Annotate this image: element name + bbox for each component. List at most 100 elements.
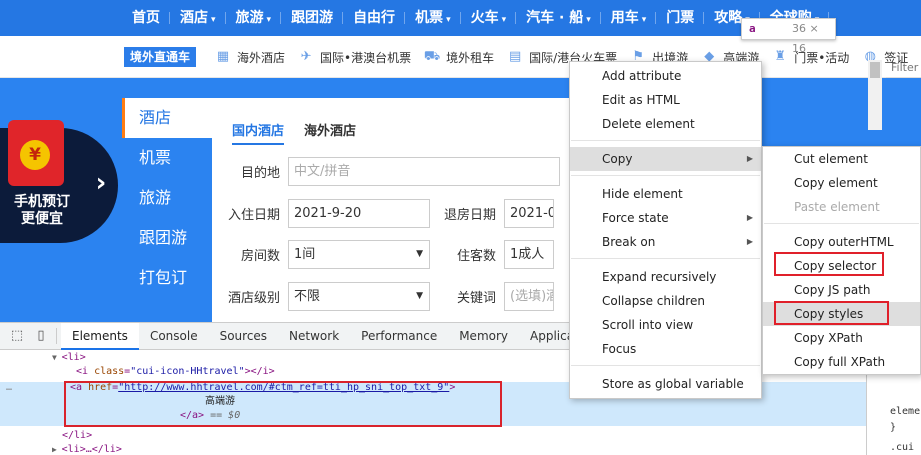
nav-item[interactable]: 自由行 (343, 0, 406, 36)
styles-filter-input[interactable]: Filter (886, 58, 921, 78)
copy-submenu-item[interactable]: Copy outerHTML (763, 230, 920, 254)
context-menu-item[interactable]: Add attribute (570, 64, 761, 88)
checkin-label: 入住日期 (227, 208, 280, 223)
hotel-tab[interactable]: 海外酒店 (304, 120, 356, 145)
nav-item[interactable]: 跟团游 (281, 0, 344, 36)
devtools-tab[interactable]: Sources (209, 323, 278, 350)
context-menu-item[interactable]: Store as global variable (570, 372, 761, 396)
node-dots[interactable]: … (6, 381, 12, 395)
context-menu-item[interactable]: Collapse children (570, 289, 761, 313)
nav-item-label: 火车 (470, 10, 499, 26)
nav-item[interactable]: 用车 ▾ (601, 0, 657, 36)
caret-down-icon: ▾ (501, 15, 507, 25)
checkin-input[interactable]: 2021-9-20 (288, 199, 430, 228)
scrollbar-thumb[interactable] (870, 62, 880, 78)
nav-item[interactable]: 门票 (656, 0, 705, 36)
nav-item-label: 用车 (610, 10, 639, 26)
devtools-tab[interactable]: Elements (61, 322, 139, 350)
rooms-value: 1间 (294, 247, 316, 262)
nav-item-label: 自由行 (353, 10, 396, 26)
overseas-link[interactable]: ▦ 海外酒店 (214, 49, 285, 66)
side-menu-item[interactable]: 跟团游 (122, 218, 212, 258)
rooms-select[interactable]: 1间 ▼ (288, 240, 430, 269)
nav-item[interactable]: 首页 (122, 0, 170, 36)
mobile-promo[interactable]: ¥ 手机预订 更便宜 › (0, 120, 118, 243)
nav-item-label: 旅游 (235, 10, 264, 26)
side-menu-item[interactable]: 酒店 (122, 98, 212, 138)
highlight-box-anchor (64, 381, 502, 427)
context-menu-item[interactable]: Delete element (570, 112, 761, 136)
nav-item[interactable]: 旅游 ▾ (226, 0, 282, 36)
nav-item-label: 门票 (666, 10, 695, 26)
side-menu-item[interactable]: 机票 (122, 138, 212, 178)
menu-separator (571, 365, 760, 366)
devtools-tab[interactable]: Performance (350, 323, 448, 350)
promo-line-2: 更便宜 (21, 211, 63, 227)
overseas-sub-bar: 境外直通车 ▦ 海外酒店 ✈ 国际•港澳台机票 ⛟ 境外租车 ▤ 国际/港台火车票 ⚑ 出境游 ◆ 高… (0, 36, 921, 78)
train-icon: ▤ (508, 49, 522, 64)
context-menu-item[interactable]: Focus (570, 337, 761, 361)
highlight-box-copy-selector (774, 252, 884, 276)
element-size-tooltip: a 36 × 16 (741, 18, 836, 55)
context-menu-item[interactable]: Edit as HTML (570, 88, 761, 112)
overseas-link[interactable]: ✈ 国际•港澳台机票 (297, 49, 412, 66)
tooltip-tag: a (749, 22, 756, 35)
highlight-box-copy-styles (774, 301, 889, 325)
hotel-tab[interactable]: 国内酒店 (232, 120, 285, 145)
overseas-link[interactable]: ⛟ 境外租车 (423, 49, 494, 66)
device-toolbar-icon[interactable]: ▯ (30, 328, 52, 344)
guests-select[interactable]: 1成人 (504, 240, 554, 269)
star-row: 酒店级别 不限 ▼ 关键词 (选填)酒 (212, 282, 554, 311)
destination-input[interactable]: 中文/拼音 (288, 157, 560, 186)
devtools-tab[interactable]: Network (278, 323, 350, 350)
tooltip-size: 36 × 16 (792, 22, 819, 55)
inspect-element-icon[interactable]: ⬚ (6, 328, 28, 344)
context-menu-item[interactable]: Copy (570, 147, 761, 171)
hotel-search-panel: 国内酒店 海外酒店 目的地 中文/拼音 入住日期 2021-9-20 退房日期 2… (212, 98, 570, 322)
keyword-input[interactable]: (选填)酒 (504, 282, 554, 311)
nav-item[interactable]: 机票 ▾ (405, 0, 461, 36)
star-label: 酒店级别 (227, 291, 280, 306)
car-icon: ⛟ (423, 49, 441, 64)
copy-submenu-item[interactable]: Copy full XPath (763, 350, 920, 374)
devtools-tab[interactable]: Console (139, 323, 209, 350)
destination-row: 目的地 中文/拼音 (212, 157, 560, 186)
checkout-label: 退房日期 (443, 208, 496, 223)
copy-submenu-item[interactable]: Copy JS path (763, 278, 920, 302)
copy-submenu-item[interactable]: Copy element (763, 171, 920, 195)
devtools-tabs: Elements Console Sources Network Performance… (61, 322, 608, 350)
nav-item-label: 首页 (132, 10, 160, 26)
devtools-tab[interactable]: Memory (448, 323, 519, 350)
copy-submenu-item[interactable]: Copy XPath (763, 326, 920, 350)
context-menu-item[interactable]: Scroll into view (570, 313, 761, 337)
divider (56, 328, 57, 344)
rooms-row: 房间数 1间 ▼ 住客数 1成人 (212, 240, 554, 269)
nav-item-label: 汽车 · 船 (526, 10, 584, 26)
tree-line[interactable]: </li> (62, 429, 92, 443)
styles-line: eleme (890, 406, 921, 417)
side-menu-item[interactable]: 打包订 (122, 258, 212, 298)
checkout-input[interactable]: 2021-0 (504, 199, 554, 228)
context-menu-item[interactable]: Force state (570, 206, 761, 230)
nav-item-label: 机票 (415, 10, 444, 26)
plane-icon: ✈ (300, 49, 312, 64)
tree-line[interactable]: ▶ <li>…</li> (52, 443, 122, 455)
context-menu-item[interactable]: Expand recursively (570, 265, 761, 289)
context-menu-item[interactable]: Hide element (570, 182, 761, 206)
chevron-right-icon[interactable]: › (86, 168, 116, 198)
star-select[interactable]: 不限 ▼ (288, 282, 430, 311)
nav-item[interactable]: 火车 ▾ (461, 0, 517, 36)
tree-line[interactable]: ▼ <li> (52, 351, 86, 365)
coin-icon: ¥ (20, 140, 50, 170)
nav-item[interactable]: 汽车 · 船 ▾ (516, 0, 601, 36)
copy-submenu-item[interactable]: Cut element (763, 147, 920, 171)
menu-separator (571, 258, 760, 259)
tree-line[interactable]: <i class="cui-icon-HHtravel"></i> (76, 365, 275, 379)
menu-separator (764, 223, 919, 224)
side-menu-item[interactable]: 旅游 (122, 178, 212, 218)
context-menu-item[interactable]: Break on (570, 230, 761, 254)
element-context-menu: Add attribute Edit as HTML Delete element C… (569, 61, 762, 399)
booking-side-menu: 酒店 机票 旅游 跟团游 打包订 (122, 98, 212, 298)
nav-item-label: 酒店 (180, 10, 208, 26)
nav-item[interactable]: 酒店 ▾ (170, 0, 226, 36)
